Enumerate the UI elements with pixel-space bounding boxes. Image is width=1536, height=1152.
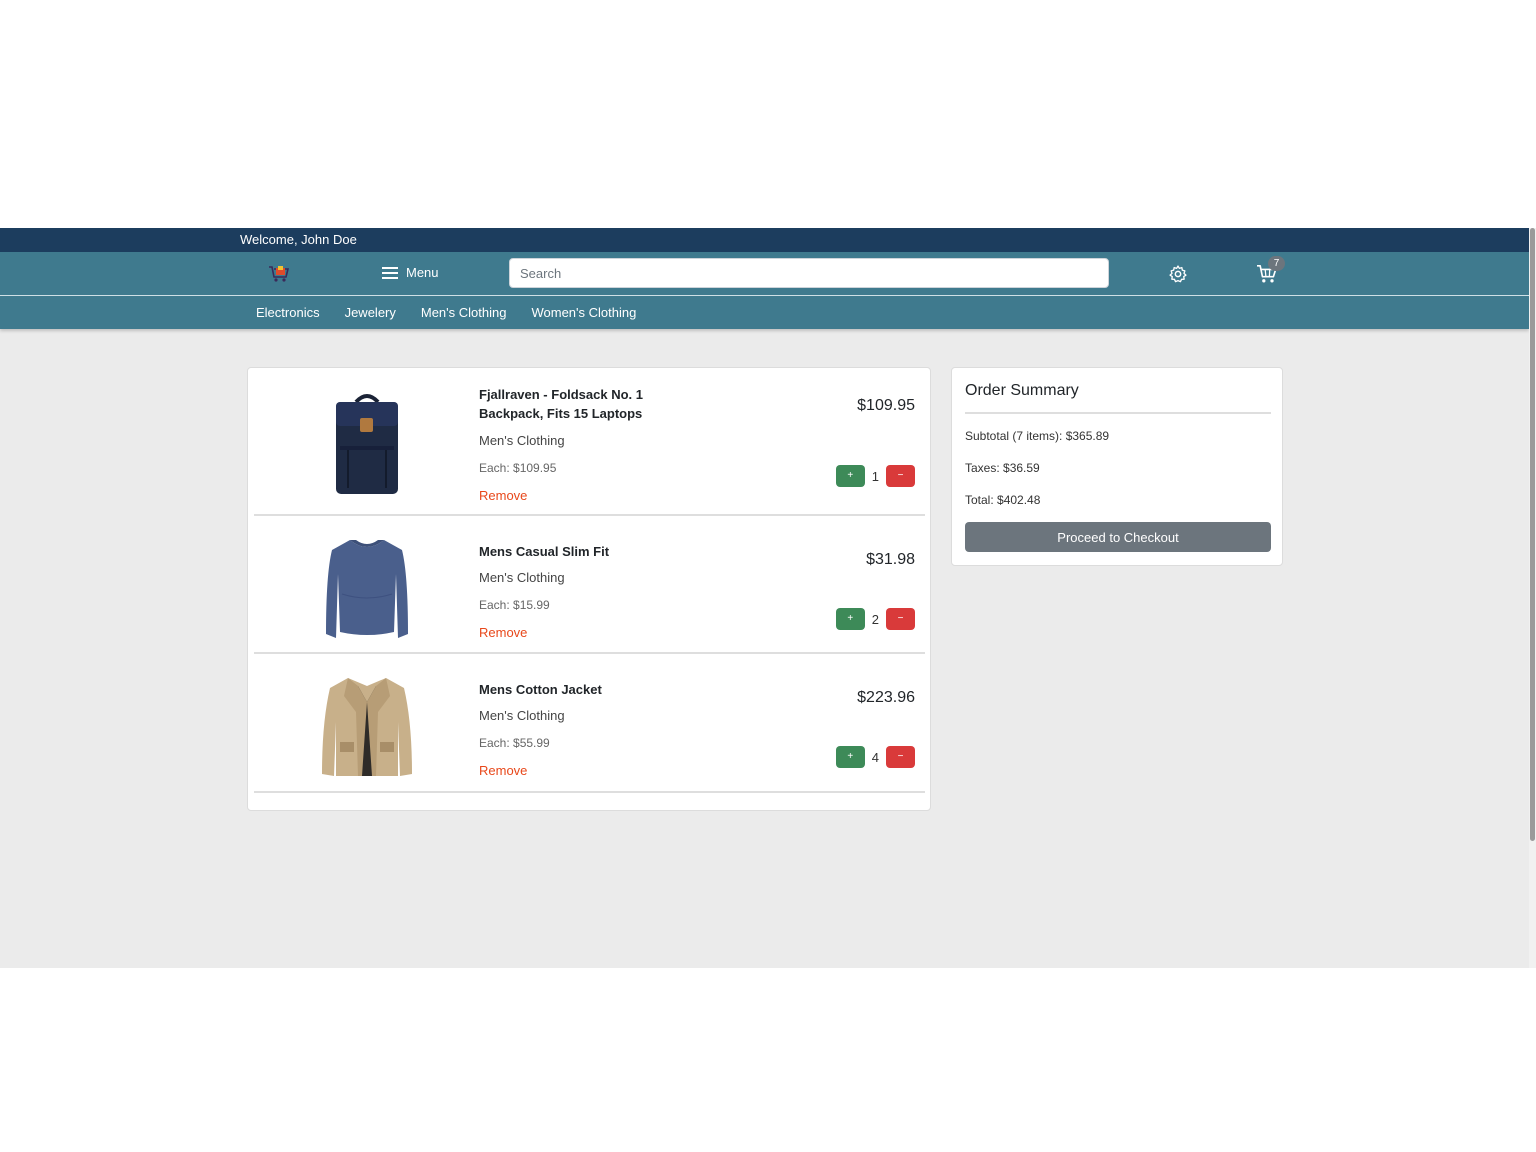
remove-link[interactable]: Remove — [479, 625, 527, 640]
item-total-price: $109.95 — [857, 397, 915, 414]
item-each-price: Each: $109.95 — [479, 461, 557, 475]
quantity-stepper: + 1 − — [835, 465, 915, 487]
hamburger-icon — [382, 266, 398, 279]
total-text: Total: $402.48 — [965, 493, 1041, 507]
category-jewelery[interactable]: Jewelery — [345, 296, 396, 329]
item-each-price: Each: $55.99 — [479, 736, 550, 750]
search-input[interactable] — [509, 258, 1109, 288]
cart-item: Fjallraven - Foldsack No. 1 Backpack, Fi… — [254, 368, 925, 516]
store-logo-icon[interactable] — [268, 265, 290, 283]
gear-icon[interactable] — [1168, 264, 1188, 284]
increase-quantity-button[interactable]: + — [835, 465, 865, 487]
welcome-text: Welcome, John Doe — [240, 232, 357, 247]
quantity-stepper: + 4 − — [835, 746, 915, 768]
item-each-price: Each: $15.99 — [479, 598, 550, 612]
cart-item: Mens Casual Slim Fit Men's Clothing Each… — [254, 518, 925, 654]
jacket-image — [322, 678, 412, 776]
category-womens-clothing[interactable]: Women's Clothing — [531, 296, 636, 329]
category-mens-clothing[interactable]: Men's Clothing — [421, 296, 507, 329]
item-category: Men's Clothing — [479, 433, 565, 448]
increase-quantity-button[interactable]: + — [835, 746, 865, 768]
scrollbar-thumb[interactable] — [1530, 228, 1535, 841]
order-summary-card: Order Summary Subtotal (7 items): $365.8… — [951, 367, 1283, 566]
remove-link[interactable]: Remove — [479, 763, 527, 778]
cart-item: Mens Cotton Jacket Men's Clothing Each: … — [254, 656, 925, 793]
cart-count-badge: 7 — [1268, 256, 1285, 271]
page-scrollbar[interactable] — [1529, 228, 1536, 968]
category-electronics[interactable]: Electronics — [256, 296, 320, 329]
decrease-quantity-button[interactable]: − — [886, 465, 915, 487]
item-title: Mens Casual Slim Fit — [479, 544, 610, 559]
subtotal-text: Subtotal (7 items): $365.89 — [965, 429, 1110, 443]
increase-quantity-button[interactable]: + — [835, 608, 865, 630]
cart-items-card: Fjallraven - Foldsack No. 1 Backpack, Fi… — [247, 367, 931, 811]
backpack-image — [336, 394, 398, 494]
quantity-stepper: + 2 − — [835, 608, 915, 630]
item-title: Mens Cotton Jacket — [479, 682, 602, 697]
welcome-bar: Welcome, John Doe — [0, 228, 1529, 252]
proceed-to-checkout-button[interactable]: Proceed to Checkout — [965, 522, 1271, 552]
item-title: Fjallraven - Foldsack No. 1 Backpack, Fi… — [479, 387, 643, 421]
main-navbar: Menu 7 — [0, 252, 1529, 296]
item-total-price: $31.98 — [866, 551, 915, 568]
quantity-value: 2 — [871, 611, 879, 627]
category-bar: Electronics Jewelery Men's Clothing Wome… — [0, 296, 1529, 329]
item-total-price: $223.96 — [857, 689, 915, 706]
remove-link[interactable]: Remove — [479, 488, 527, 503]
decrease-quantity-button[interactable]: − — [886, 608, 915, 630]
menu-label: Menu — [406, 265, 439, 280]
item-category: Men's Clothing — [479, 708, 565, 723]
menu-button[interactable]: Menu — [382, 265, 439, 280]
quantity-value: 1 — [871, 468, 879, 484]
app-window: Welcome, John Doe Menu 7 — [0, 228, 1529, 968]
shirt-image — [326, 540, 408, 638]
order-summary-title: Order Summary — [965, 382, 1079, 399]
taxes-text: Taxes: $36.59 — [965, 461, 1040, 475]
item-category: Men's Clothing — [479, 570, 565, 585]
decrease-quantity-button[interactable]: − — [886, 746, 915, 768]
quantity-value: 4 — [871, 749, 879, 765]
divider — [965, 412, 1271, 414]
